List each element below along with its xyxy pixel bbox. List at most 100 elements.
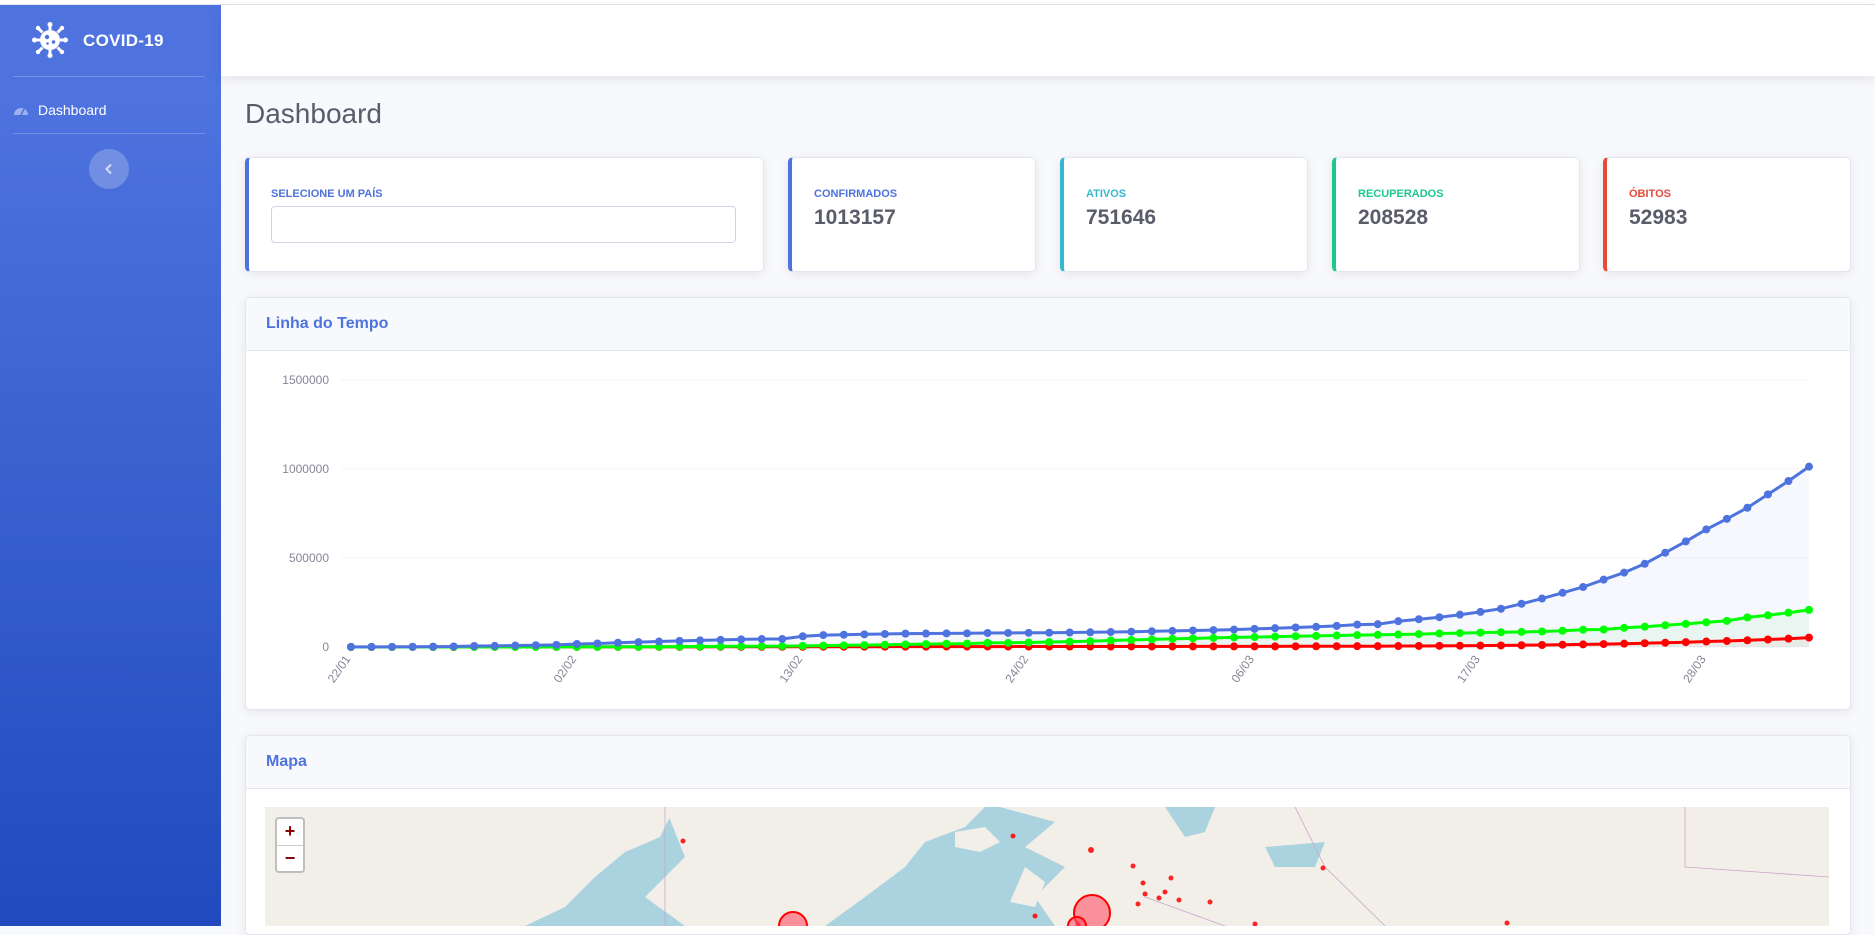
data-point	[1271, 632, 1280, 641]
data-point	[1496, 604, 1505, 613]
sidebar-brand[interactable]: COVID-19	[0, 5, 221, 75]
data-point	[1517, 599, 1526, 608]
data-point	[593, 639, 602, 648]
data-point	[1599, 640, 1608, 649]
data-point	[1476, 641, 1485, 650]
data-point	[921, 629, 930, 638]
map-title: Mapa	[266, 753, 307, 770]
data-point	[1538, 594, 1547, 603]
stat-value: 52983	[1629, 206, 1688, 229]
data-point	[1086, 637, 1095, 646]
data-point	[1743, 636, 1752, 645]
map-header: Mapa	[246, 736, 1850, 789]
data-point	[1414, 615, 1423, 624]
world-map[interactable]: + −	[265, 807, 1829, 926]
brand-title: COVID-19	[83, 31, 164, 50]
y-tick-label: 0	[322, 640, 329, 654]
stat-value: 1013157	[814, 206, 896, 229]
data-point	[1476, 607, 1485, 616]
data-point	[1640, 622, 1649, 631]
data-point	[1805, 633, 1813, 642]
data-point	[490, 641, 499, 650]
data-point	[408, 642, 417, 651]
data-point	[839, 641, 848, 650]
stat-label: RECUPERADOS	[1358, 188, 1444, 200]
sidebar-divider	[13, 133, 205, 134]
data-point	[1373, 630, 1382, 639]
timeline-header: Linha do Tempo	[246, 298, 1850, 351]
data-point	[1435, 613, 1444, 622]
series-area	[351, 466, 1809, 647]
data-point	[347, 642, 355, 651]
data-point	[963, 629, 972, 638]
data-point	[1805, 605, 1813, 614]
data-point	[1455, 610, 1464, 619]
data-point	[1722, 514, 1731, 523]
data-point	[1496, 628, 1505, 637]
data-point	[1763, 490, 1772, 499]
data-point	[1538, 640, 1547, 649]
data-point	[1086, 628, 1095, 637]
data-point	[1681, 638, 1690, 647]
data-point	[1414, 630, 1423, 639]
data-point	[655, 637, 664, 646]
zoom-out-button[interactable]: −	[277, 846, 303, 872]
timeline-title: Linha do Tempo	[266, 315, 389, 332]
data-point	[1127, 627, 1136, 636]
data-point	[1743, 503, 1752, 512]
y-tick-label: 1000000	[282, 462, 329, 476]
case-markers	[680, 833, 1510, 926]
data-point	[1435, 641, 1444, 650]
data-point	[1230, 625, 1239, 634]
data-point	[1312, 622, 1321, 631]
data-point	[1024, 628, 1033, 637]
x-tick-label: 28/03	[1680, 652, 1709, 685]
data-point	[1784, 608, 1793, 617]
data-point	[1763, 635, 1772, 644]
data-point	[1681, 537, 1690, 546]
data-point	[860, 641, 869, 650]
data-point	[1250, 624, 1259, 633]
stat-value: 751646	[1086, 206, 1157, 229]
data-point	[1681, 619, 1690, 628]
data-point	[531, 641, 540, 650]
data-point	[1558, 640, 1567, 649]
data-point	[1620, 623, 1629, 632]
data-point	[1250, 633, 1259, 642]
data-point	[449, 642, 458, 651]
data-point	[1743, 613, 1752, 622]
data-point	[1312, 642, 1321, 651]
sidebar-toggle-button[interactable]	[89, 149, 129, 189]
data-point	[839, 630, 848, 639]
sidebar-item-dashboard[interactable]: Dashboard	[13, 96, 203, 124]
data-point	[1271, 624, 1280, 633]
stat-card-deaths: ÓBITOS 52983	[1603, 157, 1851, 272]
data-point	[1209, 626, 1218, 635]
data-point	[1291, 642, 1300, 651]
data-point	[1620, 568, 1629, 577]
data-point	[1188, 634, 1197, 643]
data-point	[1517, 641, 1526, 650]
data-point	[429, 642, 438, 651]
data-point	[1332, 621, 1341, 630]
data-point	[1004, 638, 1013, 647]
data-point	[1435, 629, 1444, 638]
zoom-in-button[interactable]: +	[277, 819, 303, 846]
data-point	[1455, 641, 1464, 650]
data-point	[1188, 642, 1197, 651]
data-point	[1332, 642, 1341, 651]
data-point	[1784, 634, 1793, 643]
data-point	[1579, 625, 1588, 634]
data-point	[1661, 638, 1670, 647]
data-point	[1640, 559, 1649, 568]
country-select-input[interactable]	[271, 206, 736, 243]
virus-icon	[32, 22, 68, 58]
data-point	[367, 642, 376, 651]
data-point	[1106, 628, 1115, 637]
data-point	[388, 642, 397, 651]
data-point	[1394, 642, 1403, 651]
data-point	[1702, 637, 1711, 646]
data-point	[1763, 611, 1772, 620]
map-zoom-control: + −	[275, 817, 305, 873]
data-point	[737, 642, 746, 651]
